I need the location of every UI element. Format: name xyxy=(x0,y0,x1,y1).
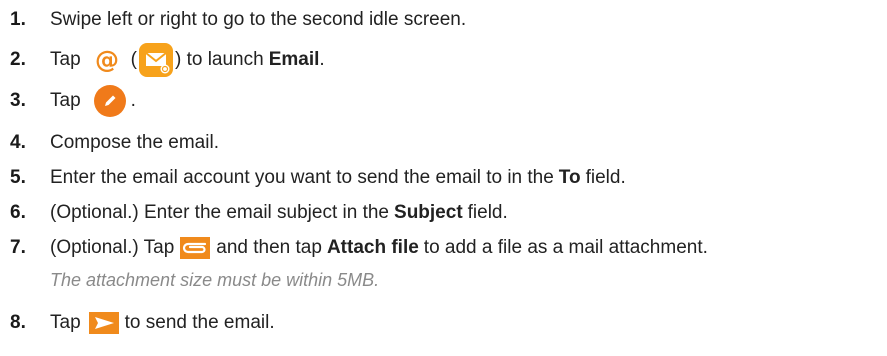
paperclip-icon xyxy=(180,237,211,259)
step-text: Enter the email account you want to send… xyxy=(50,167,554,188)
step-number: 8. xyxy=(10,312,26,333)
step-text: (Optional.) Tap xyxy=(50,237,175,258)
bold-term: Email xyxy=(268,49,320,70)
bold-term: To xyxy=(558,167,581,188)
step-text-end: to add a file as a mail attachment. xyxy=(423,237,708,258)
bold-term: Attach file xyxy=(326,237,419,258)
step-number: 5. xyxy=(10,167,26,188)
step-number: 3. xyxy=(10,90,26,111)
send-arrow-icon xyxy=(88,312,119,334)
email-envelope-app-icon xyxy=(138,43,173,77)
step-number: 7. xyxy=(10,237,26,258)
step-number: 1. xyxy=(10,9,26,30)
step-text-end: field. xyxy=(467,202,508,223)
step-number: 2. xyxy=(10,49,26,70)
svg-text:@: @ xyxy=(95,46,119,74)
step-text: Swipe left or right to go to the second … xyxy=(50,9,467,30)
step-text-end: field. xyxy=(585,167,626,188)
step-text: Compose the email. xyxy=(50,132,219,153)
step-text-end: . xyxy=(130,90,136,111)
step-7-note: The attachment size must be within 5MB. xyxy=(50,270,380,290)
instruction-steps: 1. Swipe left or right to go to the seco… xyxy=(0,0,887,356)
step-text: ) to launch xyxy=(174,49,264,70)
step-text: (Optional.) Enter the email subject in t… xyxy=(50,202,390,223)
compose-pencil-icon xyxy=(93,84,127,118)
step-text: Tap xyxy=(50,49,81,70)
step-text: and then tap xyxy=(216,237,322,258)
step-text: Tap xyxy=(50,312,81,333)
step-text-end: to send the email. xyxy=(124,312,275,333)
step-text: Tap xyxy=(50,90,81,111)
bold-term: Subject xyxy=(394,202,463,223)
step-text-end: . xyxy=(319,49,325,70)
open-paren: ( xyxy=(130,49,137,70)
step-number: 6. xyxy=(10,202,26,223)
step-number: 4. xyxy=(10,132,26,153)
email-at-icon: @ xyxy=(90,44,123,76)
